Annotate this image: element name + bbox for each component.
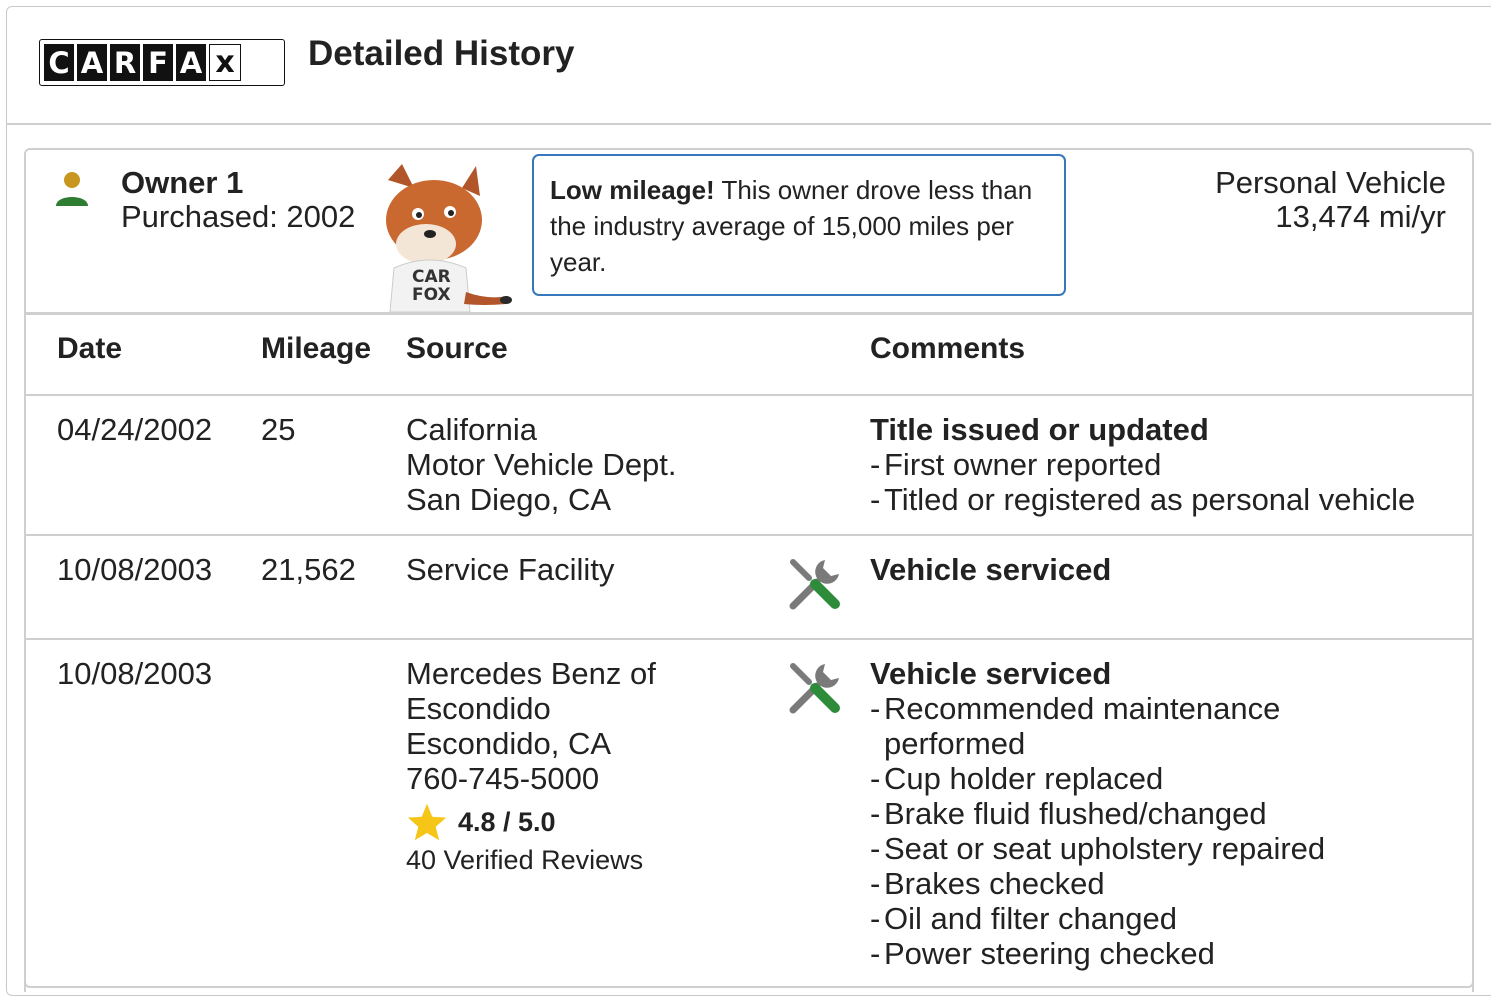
source-line: Motor Vehicle Dept.: [406, 447, 677, 482]
comment-title: Title issued or updated: [870, 412, 1209, 447]
svg-text:CAR: CAR: [412, 267, 451, 287]
svg-text:FOX: FOX: [412, 285, 451, 305]
comment-item: - Brake fluid flushed/changed: [870, 796, 1267, 831]
comment-item: - Power steering checked: [870, 936, 1215, 971]
comment-item: - Titled or registered as personal vehicl…: [870, 482, 1416, 517]
logo-letter: A: [176, 44, 206, 81]
comment-item: - Oil and filter changed: [870, 901, 1177, 936]
row-divider: [24, 638, 1474, 640]
logo-letter: A: [77, 44, 107, 81]
comment-title: Vehicle serviced: [870, 552, 1112, 587]
low-mileage-callout: Low mileage! This owner drove less than …: [532, 154, 1066, 296]
comment-item: - Recommended maintenance: [870, 691, 1281, 726]
dealer-rating[interactable]: 4.8 / 5.0: [406, 802, 556, 842]
carfax-logo: C A R F A x: [39, 39, 285, 86]
owner-name: Owner 1: [121, 165, 244, 200]
comment-title: Vehicle serviced: [870, 656, 1112, 691]
row-mileage: 21,562: [261, 552, 356, 587]
row-date: 10/08/2003: [57, 552, 213, 587]
star-icon: [407, 803, 447, 841]
source-line: Service Facility: [406, 552, 615, 587]
comment-item: - First owner reported: [870, 447, 1162, 482]
comment-item: - Brakes checked: [870, 866, 1105, 901]
logo-letter: C: [44, 44, 74, 81]
row-source: Service Facility: [406, 552, 614, 587]
row-divider: [24, 394, 1474, 396]
service-tools-icon: [789, 663, 840, 714]
comment-item: - Cup holder replaced: [870, 761, 1164, 796]
owner-purchased: Purchased: 2002: [121, 199, 356, 234]
row-divider: [24, 534, 1474, 536]
verified-reviews-link[interactable]: 40 Verified Reviews: [406, 845, 643, 876]
comment-item: - Seat or seat upholstery repaired: [870, 831, 1326, 866]
vehicle-type: Personal Vehicle: [1215, 165, 1446, 200]
column-header-date: Date: [57, 332, 123, 365]
logo-letter-x: x: [209, 44, 241, 81]
column-header-mileage: Mileage: [261, 332, 372, 365]
page-title: Detailed History: [308, 34, 575, 73]
row-comments: Title issued or updated - First owner rep…: [870, 412, 1415, 517]
service-tools-icon: [789, 559, 840, 610]
row-date: 04/24/2002: [57, 412, 213, 447]
callout-bold: Low mileage!: [550, 175, 715, 205]
row-comments: Vehicle serviced: [870, 552, 1111, 587]
comment-item-continued: performed: [884, 726, 1026, 761]
rating-value: 4.8 / 5.0: [458, 806, 556, 837]
logo-letter: R: [110, 44, 140, 81]
row-source: California Motor Vehicle Dept. San Diego…: [406, 412, 677, 517]
row-source: Mercedes Benz of Escondido Escondido, CA…: [406, 656, 656, 796]
logo-letter: F: [143, 44, 173, 81]
row-comments: Vehicle serviced - Recommended maintenanc…: [870, 656, 1325, 971]
row-date: 10/08/2003: [57, 656, 213, 691]
source-line: 760-745-5000: [406, 761, 600, 796]
miles-per-year: 13,474 mi/yr: [1275, 199, 1446, 234]
source-line: Mercedes Benz of: [406, 656, 656, 691]
column-header-comments: Comments: [870, 332, 1026, 365]
owner-person-icon: [56, 172, 88, 206]
report-header: C A R F A x: [6, 6, 1491, 125]
column-header-source: Source: [406, 332, 508, 365]
row-mileage: 25: [261, 412, 296, 447]
source-line: Escondido, CA: [406, 726, 612, 761]
carfax-fox-mascot-icon: CAR FOX: [386, 164, 512, 312]
source-line: California: [406, 412, 537, 447]
source-line: Escondido: [406, 691, 551, 726]
source-line: San Diego, CA: [406, 482, 612, 517]
